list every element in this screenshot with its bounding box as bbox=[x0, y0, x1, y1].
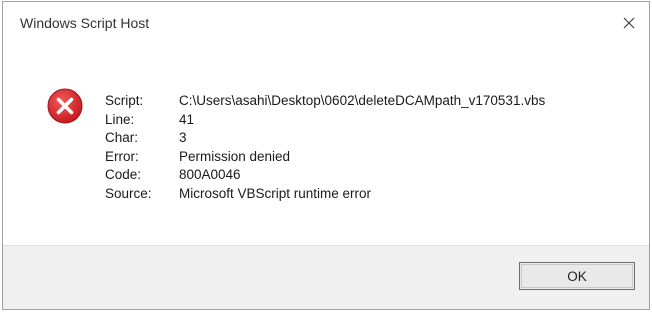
detail-row-source: Source: Microsoft VBScript runtime error bbox=[105, 185, 545, 204]
detail-row-error: Error: Permission denied bbox=[105, 148, 545, 167]
line-label: Line: bbox=[105, 111, 135, 127]
source-value: Microsoft VBScript runtime error bbox=[179, 185, 372, 201]
ok-button[interactable]: OK bbox=[519, 262, 635, 290]
source-label: Source: bbox=[105, 185, 152, 201]
char-value: 3 bbox=[179, 130, 187, 146]
dialog-content: Script: C:\Users\asahi\Desktop\0602\dele… bbox=[3, 42, 649, 246]
error-icon bbox=[47, 88, 83, 124]
script-label: Script: bbox=[105, 93, 144, 108]
detail-row-line: Line: 41 bbox=[105, 111, 545, 130]
close-icon bbox=[623, 17, 635, 29]
detail-row-char: Char: 3 bbox=[105, 129, 545, 148]
window-title: Windows Script Host bbox=[20, 15, 150, 31]
button-bar: OK bbox=[3, 245, 649, 309]
message-dialog: Windows Script Host Script: C:\Users\asa… bbox=[2, 1, 650, 310]
char-label: Char: bbox=[105, 130, 139, 146]
error-value: Permission denied bbox=[179, 148, 291, 164]
error-label: Error: bbox=[105, 148, 139, 164]
close-button[interactable] bbox=[609, 8, 649, 38]
code-label: Code: bbox=[105, 167, 142, 183]
code-value: 800A0046 bbox=[179, 167, 241, 183]
detail-row-script: Script: C:\Users\asahi\Desktop\0602\dele… bbox=[105, 92, 545, 111]
error-details: Script: C:\Users\asahi\Desktop\0602\dele… bbox=[105, 92, 545, 204]
detail-row-code: Code: 800A0046 bbox=[105, 166, 545, 185]
script-value: C:\Users\asahi\Desktop\0602\deleteDCAMpa… bbox=[179, 93, 546, 108]
title-bar: Windows Script Host bbox=[3, 2, 649, 42]
line-value: 41 bbox=[179, 111, 195, 127]
